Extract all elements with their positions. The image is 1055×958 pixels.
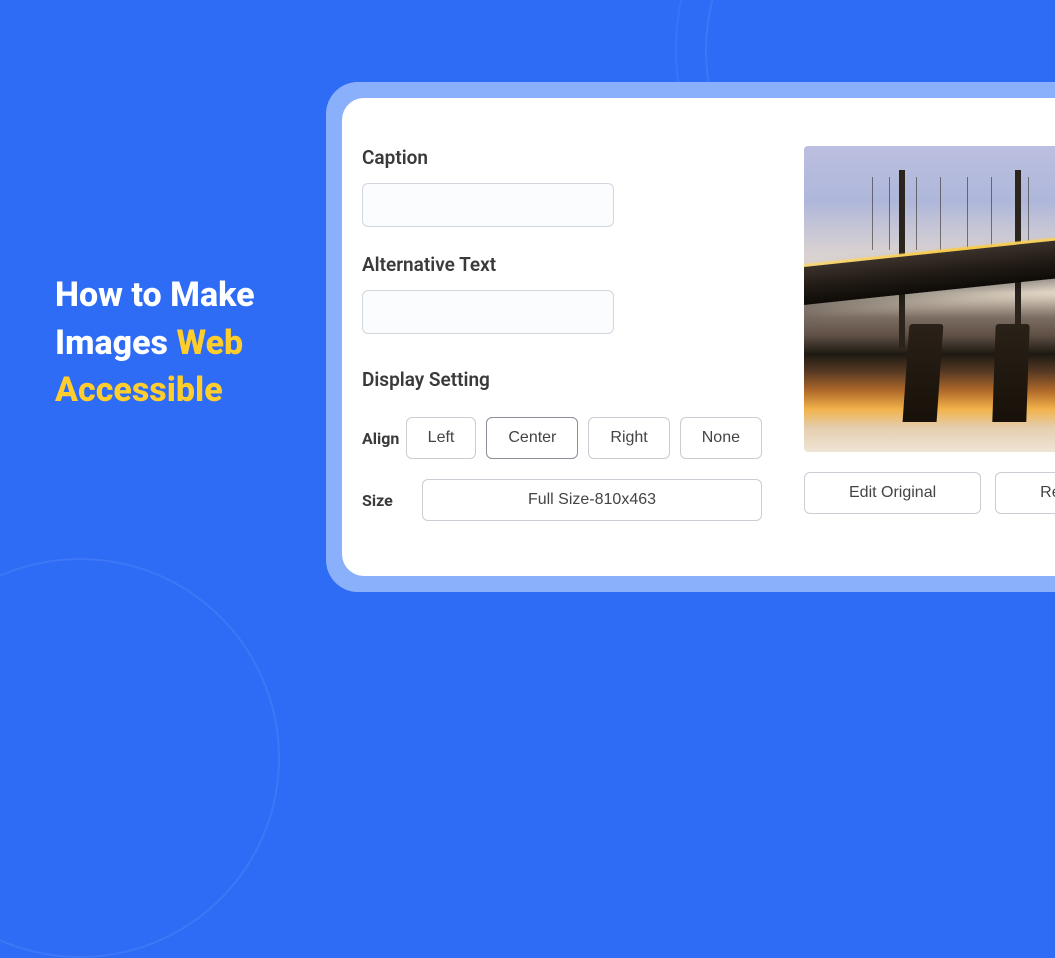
- align-none-button[interactable]: None: [680, 417, 762, 459]
- image-actions: Edit Original Replace: [804, 472, 1055, 514]
- replace-button[interactable]: Replace: [995, 472, 1055, 514]
- bridge-cable: [991, 177, 992, 250]
- edit-original-button[interactable]: Edit Original: [804, 472, 981, 514]
- bridge-cable: [967, 177, 968, 250]
- size-select[interactable]: Full Size-810x463: [422, 479, 762, 521]
- decorative-arc: [0, 558, 280, 958]
- align-label: Align: [362, 429, 406, 448]
- display-setting-label: Display Setting: [362, 368, 762, 391]
- align-row: Align Left Center Right None: [362, 417, 762, 459]
- align-center-button[interactable]: Center: [486, 417, 578, 459]
- size-label: Size: [362, 491, 422, 510]
- bridge-cable: [889, 177, 890, 250]
- bridge-cable: [872, 177, 873, 250]
- caption-input[interactable]: [362, 183, 614, 227]
- editor-panel-frame: Caption Alternative Text Display Setting…: [326, 82, 1055, 592]
- headline-line2-accent: Web: [176, 323, 243, 363]
- editor-panel: Caption Alternative Text Display Setting…: [342, 98, 1055, 576]
- headline-line1: How to Make: [55, 275, 255, 315]
- alt-text-input[interactable]: [362, 290, 614, 334]
- form-column: Caption Alternative Text Display Setting…: [362, 146, 762, 540]
- bridge-cable: [916, 177, 917, 250]
- bridge-pier: [993, 324, 1030, 422]
- bridge-cable: [940, 177, 941, 250]
- align-left-button[interactable]: Left: [406, 417, 477, 459]
- caption-label: Caption: [362, 146, 762, 169]
- bridge-cable: [1028, 177, 1029, 250]
- headline-line2-plain: Images: [55, 323, 176, 363]
- align-options: Left Center Right None: [406, 417, 762, 459]
- image-column: Edit Original Replace: [804, 146, 1055, 540]
- bridge-pier: [903, 324, 944, 422]
- alt-text-label: Alternative Text: [362, 253, 762, 276]
- headline-line3-accent: Accessible: [55, 370, 223, 410]
- image-preview[interactable]: [804, 146, 1055, 452]
- page-headline: How to Make Images Web Accessible: [55, 272, 335, 415]
- size-row: Size Full Size-810x463: [362, 479, 762, 521]
- align-right-button[interactable]: Right: [588, 417, 669, 459]
